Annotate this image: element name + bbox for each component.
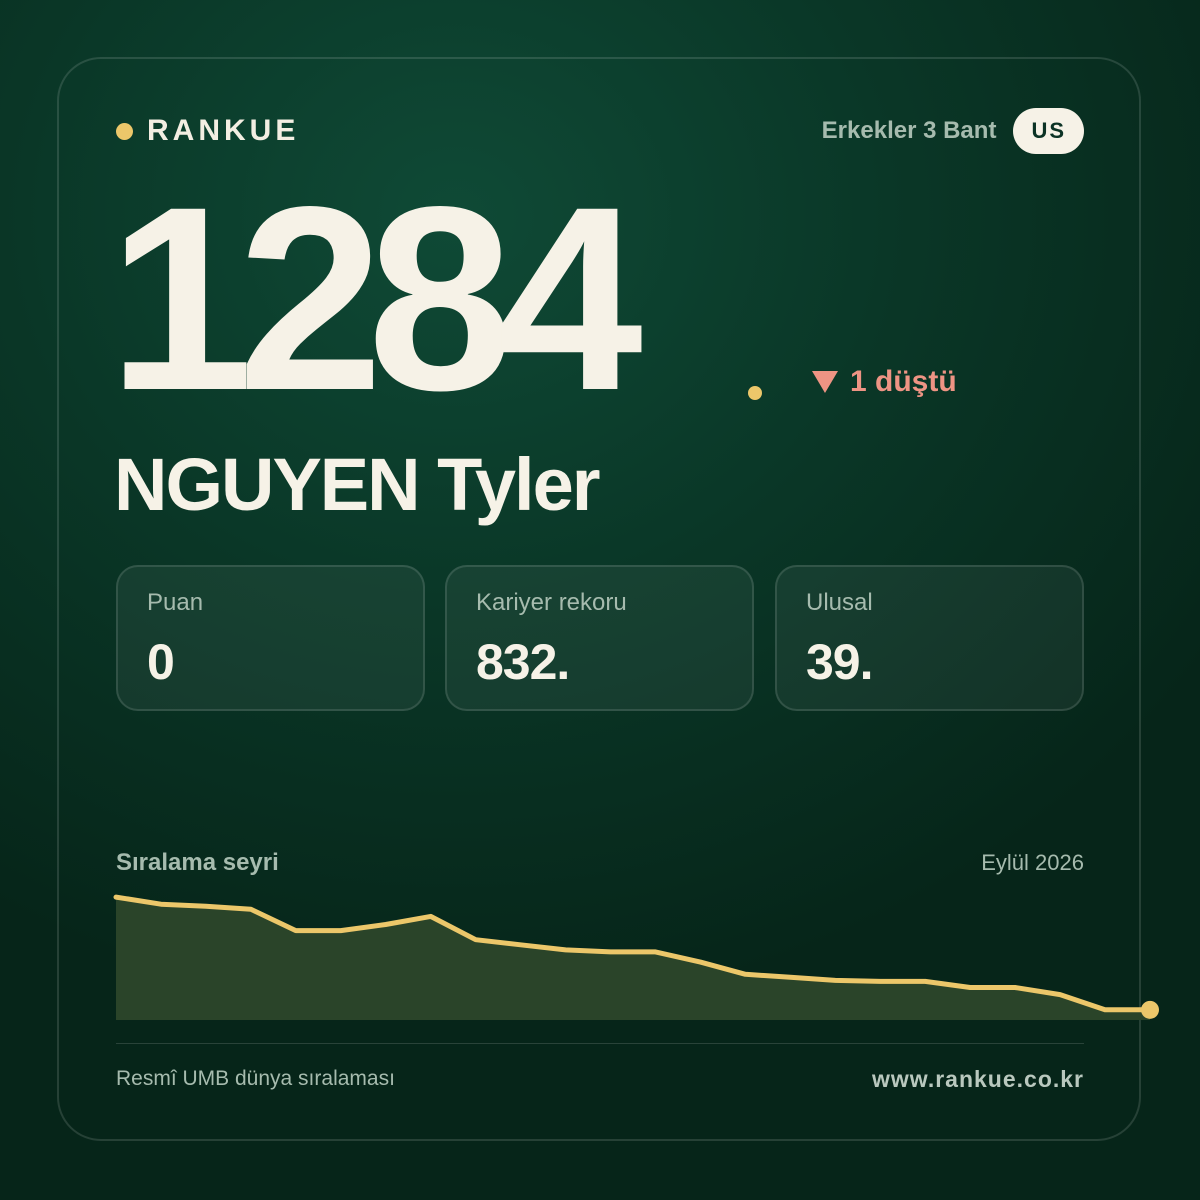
stat-value: 832. — [476, 634, 570, 690]
footer-source: Resmî UMB dünya sıralaması — [116, 1067, 395, 1090]
rank-change-text: 1 düştü — [850, 365, 957, 398]
rank-dot-icon — [748, 386, 762, 400]
brand: RANKUE — [116, 114, 299, 148]
player-name: NGUYEN Tyler — [114, 443, 601, 526]
stat-label: Kariyer rekoru — [476, 589, 627, 616]
trend-last-point — [1141, 1000, 1159, 1019]
stat-value: 39. — [806, 634, 874, 690]
brand-name: RANKUE — [147, 114, 300, 147]
stat-card-points: Puan 0 — [116, 565, 425, 711]
footer-divider — [116, 1043, 1084, 1044]
brand-dot-icon — [116, 122, 133, 140]
stat-card-national: Ulusal 39. — [775, 565, 1084, 711]
trend-date: Eylül 2026 — [981, 850, 1084, 875]
stat-label: Puan — [147, 589, 204, 616]
stat-card-career-best: Kariyer rekoru 832. — [445, 565, 754, 711]
trend-title: Sıralama seyri — [116, 849, 279, 876]
stat-label: Ulusal — [806, 589, 873, 616]
category-label: Erkekler 3 Bant — [821, 117, 997, 144]
rank-change: 1 düştü — [812, 362, 957, 402]
stat-value: 0 — [147, 634, 175, 690]
arrow-down-icon — [812, 371, 838, 393]
header-meta: Erkekler 3 Bant US — [822, 108, 1084, 154]
rank-number: 1284 — [108, 152, 643, 445]
country-badge: US — [1013, 108, 1084, 154]
footer-website[interactable]: www.rankue.co.kr — [872, 1066, 1084, 1093]
